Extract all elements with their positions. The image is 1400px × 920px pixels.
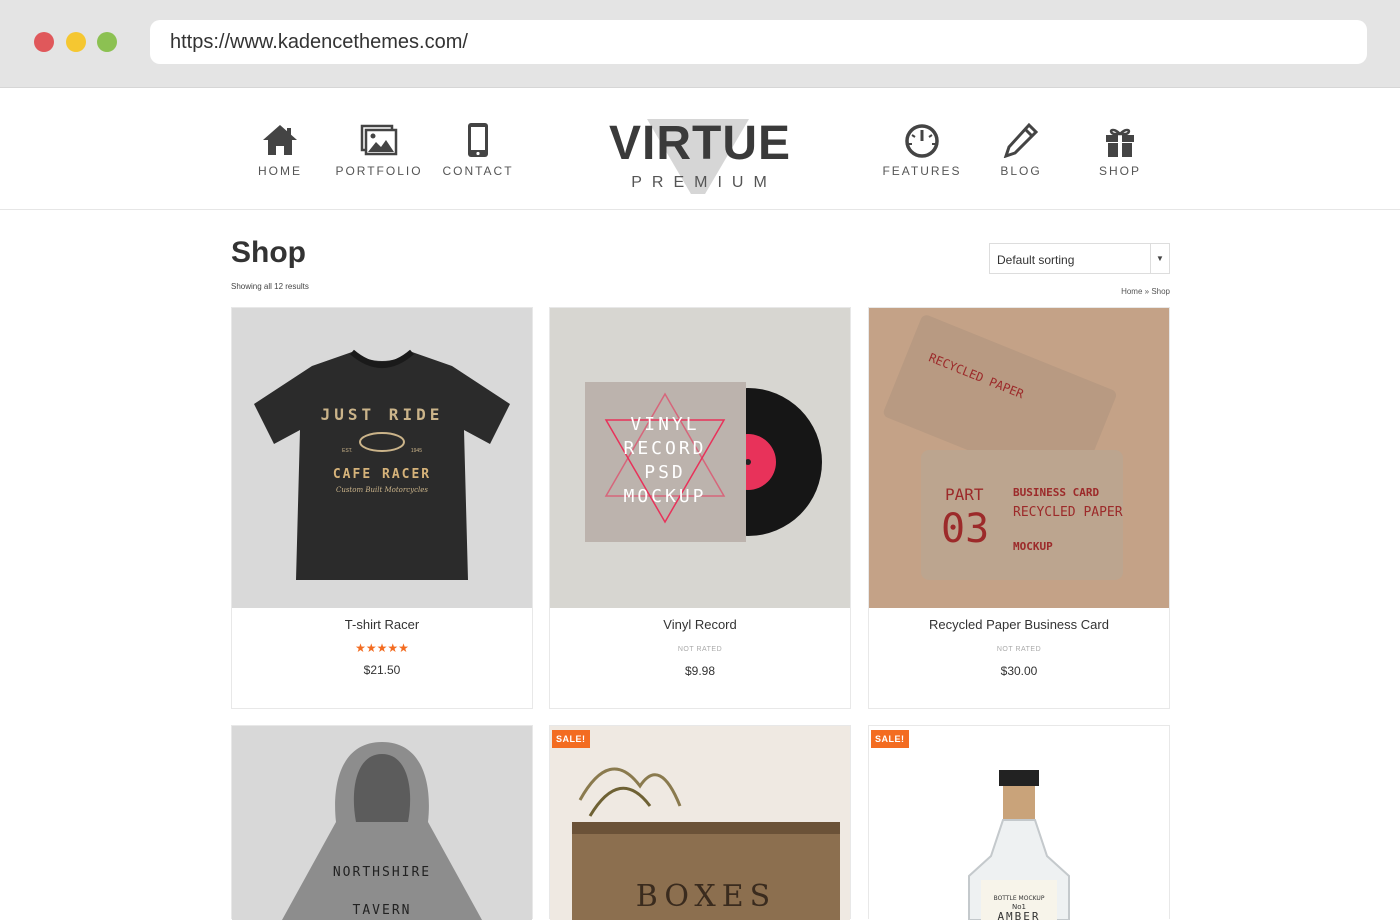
product-card[interactable]: BOXES SALE! [549,725,851,920]
gift-icon [1106,128,1134,157]
nav-home-label: HOME [258,164,302,178]
vinyl-text-2: RECORD [623,438,706,459]
chevron-down-icon[interactable]: ▼ [1150,244,1169,273]
bottle-text-mockup: BOTTLE MOCKUP [994,895,1045,902]
close-window-button[interactable] [34,32,54,52]
logo-subtitle: PREMIUM [631,174,777,191]
nav-home[interactable]: HOME [230,122,330,178]
product-card[interactable]: BOTTLE MOCKUP No1 AMBER SALE! [868,725,1170,920]
product-card[interactable]: JUST RIDE EST. 1945 CAFE RACER Custom Bu… [231,307,533,709]
product-card[interactable]: NORTHSHIRE TAVERN [231,725,533,920]
maximize-window-button[interactable] [97,32,117,52]
product-name[interactable]: Vinyl Record [550,617,850,632]
product-image[interactable]: JUST RIDE EST. 1945 CAFE RACER Custom Bu… [232,308,532,608]
business-card-image: RECYCLED PAPER PART 03 BUSINESS CARD REC… [869,308,1169,608]
sale-badge: SALE! [871,730,909,748]
boxes-image: BOXES [572,767,840,920]
star-rating: ★★★★★ [355,641,409,655]
card-text-business: BUSINESS CARD [1013,486,1099,499]
rating-status: NOT RATED [996,646,1042,653]
nav-contact[interactable]: CONTACT [428,122,528,178]
hoodie-text-northshire: NORTHSHIRE [333,865,431,880]
page-title: Shop [231,236,306,269]
nav-shop-label: SHOP [1098,164,1141,178]
boxes-text: BOXES [636,879,776,914]
nav-portfolio-label: PORTFOLIO [335,164,423,178]
pencil-icon [1003,122,1039,158]
product-image[interactable]: RECYCLED PAPER PART 03 BUSINESS CARD REC… [869,308,1169,608]
vinyl-text-1: VINYL [630,414,699,435]
vinyl-text-3: PSD [644,462,686,483]
product-image[interactable]: BOTTLE MOCKUP No1 AMBER [869,726,1169,920]
sale-badge: SALE! [552,730,590,748]
card-text-part: PART [945,485,984,504]
product-image[interactable]: NORTHSHIRE TAVERN [232,726,532,920]
sort-selected-value: Default sorting [997,253,1075,267]
result-count: Showing all 12 results [231,282,309,291]
nav-shop[interactable]: SHOP [1070,122,1170,178]
product-image[interactable]: VINYL RECORD PSD MOCKUP [550,308,850,608]
tshirt-text-year: 1945 [411,448,422,454]
product-card[interactable]: RECYCLED PAPER PART 03 BUSINESS CARD REC… [868,307,1170,709]
nav-portfolio[interactable]: PORTFOLIO [329,122,429,178]
minimize-window-button[interactable] [66,32,86,52]
product-name[interactable]: T-shirt Racer [232,617,532,632]
bottle-image: BOTTLE MOCKUP No1 AMBER [968,770,1070,920]
tshirt-text-just-ride: JUST RIDE [321,405,444,424]
site-logo[interactable]: VIRTUE PREMIUM [600,102,800,194]
logo-title: VIRTUE [608,117,791,170]
vinyl-record-image: VINYL RECORD PSD MOCKUP [585,382,822,542]
product-image[interactable]: BOXES [550,726,850,920]
product-name[interactable]: Recycled Paper Business Card [869,617,1169,632]
image-icon [360,124,398,156]
hoodie-text-tavern: TAVERN [353,903,412,918]
nav-features-label: FEATURES [882,164,962,178]
breadcrumb[interactable]: Home » Shop [1121,287,1170,296]
gauge-icon [905,124,939,158]
rating-status: NOT RATED [677,646,723,653]
card-text-03: 03 [941,506,989,552]
tshirt-text-est: EST. [342,448,353,454]
product-price: $9.98 [684,664,716,678]
product-price: $21.50 [363,663,401,677]
sort-select[interactable]: Default sorting ▼ [989,243,1170,274]
home-icon [263,125,297,155]
address-bar[interactable]: https://www.kadencethemes.com/ [150,20,1367,64]
phone-icon [468,123,488,157]
nav-blog-label: BLOG [1000,164,1042,178]
hoodie-image: NORTHSHIRE TAVERN [282,742,482,920]
product-price: $30.00 [1000,664,1038,678]
card-text-mockup: MOCKUP [1013,540,1053,553]
tshirt-image: JUST RIDE EST. 1945 CAFE RACER Custom Bu… [254,349,510,580]
site-header: HOME PORTFOLIO CONTACT VIRTUE PREMIUM FE… [0,88,1400,210]
tshirt-text-cafe-racer: CAFE RACER [333,467,431,482]
nav-features[interactable]: FEATURES [872,122,972,178]
vinyl-text-4: MOCKUP [623,486,706,507]
url-text: https://www.kadencethemes.com/ [170,31,468,53]
nav-blog[interactable]: BLOG [971,122,1071,178]
nav-contact-label: CONTACT [442,164,514,178]
browser-chrome: https://www.kadencethemes.com/ [0,0,1400,88]
card-text-recycled: RECYCLED PAPER [1013,505,1123,520]
product-card[interactable]: VINYL RECORD PSD MOCKUP Vinyl Record NOT… [549,307,851,709]
tshirt-text-tagline: Custom Built Motorcycles [336,486,428,494]
